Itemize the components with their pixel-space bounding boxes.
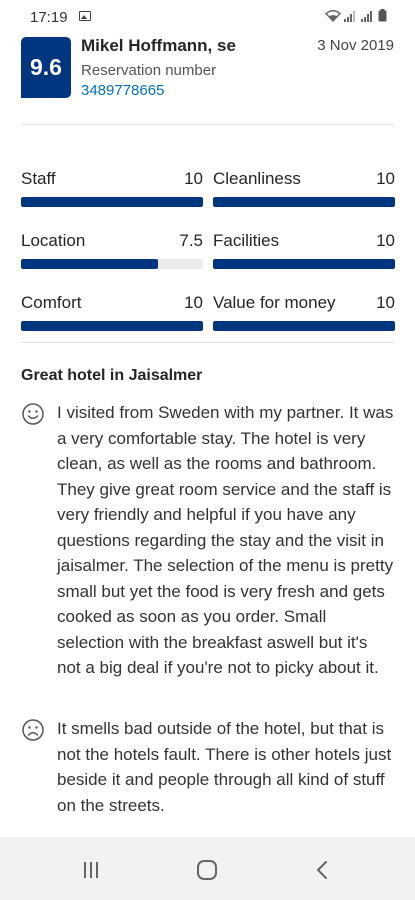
smiley-face-icon bbox=[22, 403, 44, 425]
reviewer-name: Mikel Hoffmann, se bbox=[81, 36, 236, 55]
score-label: Staff bbox=[21, 169, 56, 188]
divider bbox=[21, 342, 394, 343]
score-value: 10 bbox=[376, 293, 395, 312]
score-bar-fill bbox=[21, 259, 158, 269]
review-title: Great hotel in Jaisalmer bbox=[21, 367, 203, 384]
home-icon bbox=[197, 860, 217, 880]
score-item-facilities: Facilities 10 bbox=[213, 230, 395, 269]
score-bar-fill bbox=[213, 197, 395, 207]
home-button[interactable] bbox=[192, 855, 222, 885]
signal-icon bbox=[361, 11, 372, 22]
back-button[interactable] bbox=[308, 855, 338, 885]
sad-face-icon bbox=[22, 719, 44, 741]
battery-icon bbox=[378, 9, 387, 22]
negative-review-text: It smells bad outside of the hotel, but … bbox=[57, 719, 392, 815]
score-bar-fill bbox=[21, 321, 203, 331]
image-notification-icon bbox=[79, 11, 91, 21]
system-nav-bar bbox=[0, 837, 415, 900]
score-item-staff: Staff 10 bbox=[21, 168, 203, 207]
score-bar bbox=[21, 259, 203, 269]
divider bbox=[21, 124, 394, 125]
score-item-location: Location 7.5 bbox=[21, 230, 203, 269]
score-bar bbox=[21, 321, 203, 331]
score-value: 7.5 bbox=[179, 231, 203, 250]
score-label: Cleanliness bbox=[213, 169, 301, 188]
recent-apps-button[interactable] bbox=[76, 855, 106, 885]
positive-review-text: I visited from Sweden with my partner. I… bbox=[57, 403, 394, 677]
score-value: 10 bbox=[376, 169, 395, 188]
recent-apps-icon bbox=[84, 862, 98, 878]
negative-review: It smells bad outside of the hotel, but … bbox=[21, 716, 395, 818]
status-icons bbox=[325, 9, 387, 22]
score-item-cleanliness: Cleanliness 10 bbox=[213, 168, 395, 207]
score-value: 10 bbox=[376, 231, 395, 250]
score-value: 10 bbox=[184, 169, 203, 188]
score-bar-fill bbox=[213, 259, 395, 269]
score-label: Comfort bbox=[21, 293, 82, 312]
score-bar bbox=[213, 321, 395, 331]
score-label: Location bbox=[21, 231, 86, 250]
reservation-label: Reservation number bbox=[81, 62, 217, 79]
review-date: 3 Nov 2019 bbox=[317, 37, 394, 54]
score-label: Value for money bbox=[213, 293, 336, 312]
score-value: 10 bbox=[184, 293, 203, 312]
signal-icon bbox=[344, 11, 355, 22]
score-label: Facilities bbox=[213, 231, 280, 250]
reservation-number-link[interactable]: 3489778665 bbox=[81, 82, 164, 99]
score-bar bbox=[213, 259, 395, 269]
score-item-comfort: Comfort 10 bbox=[21, 292, 203, 331]
score-bar-fill bbox=[21, 197, 203, 207]
score-bar-fill bbox=[213, 321, 395, 331]
score-bar bbox=[213, 197, 395, 207]
review-score-badge: 9.6 bbox=[21, 37, 71, 98]
status-bar: 17:19 bbox=[0, 0, 415, 34]
score-item-value-for-money: Value for money 10 bbox=[213, 292, 395, 331]
positive-review: I visited from Sweden with my partner. I… bbox=[21, 400, 395, 681]
back-icon bbox=[317, 861, 327, 879]
score-bar bbox=[21, 197, 203, 207]
status-time: 17:19 bbox=[30, 9, 68, 26]
wifi-icon bbox=[325, 10, 341, 22]
